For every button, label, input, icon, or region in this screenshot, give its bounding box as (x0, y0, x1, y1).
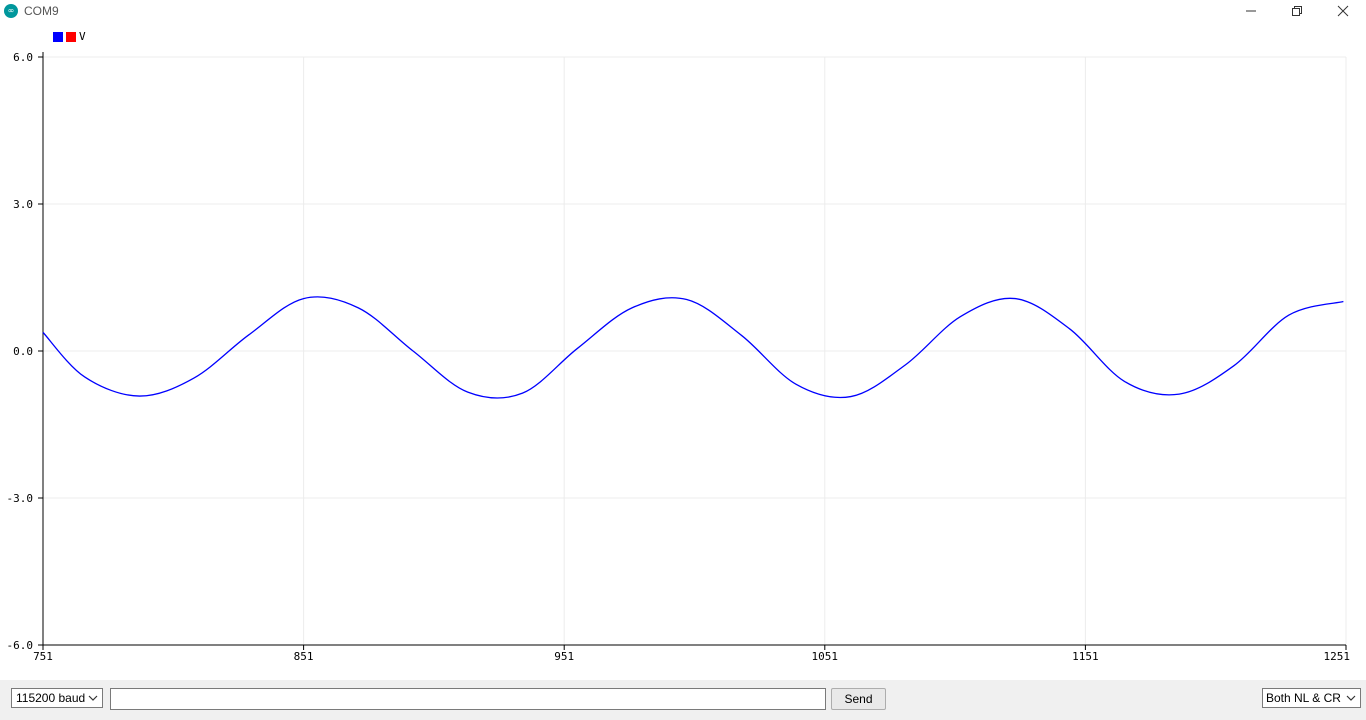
arduino-icon: ∞ (4, 4, 18, 18)
legend: V (53, 30, 86, 43)
axes: 751 851 951 1051 1151 1251 6.0 3.0 0.0 -3.0 -6.0 (7, 51, 1351, 663)
baud-rate-select[interactable]: 115200 baud (11, 688, 103, 708)
chevron-down-icon (1346, 695, 1356, 701)
close-icon (1337, 5, 1349, 17)
series-line-V (42, 296, 1344, 399)
x-tick-label: 1251 (1324, 650, 1351, 663)
close-button[interactable] (1320, 0, 1366, 22)
title-bar: ∞ COM9 (0, 0, 1366, 22)
maximize-button[interactable] (1274, 0, 1320, 22)
x-tick-label: 1151 (1072, 650, 1099, 663)
window-title: COM9 (24, 4, 59, 18)
legend-swatch-red (66, 32, 76, 42)
bottom-toolbar: 115200 baud Send Both NL & CR (0, 680, 1366, 720)
y-tick-label: -6.0 (7, 639, 34, 652)
legend-swatch-blue (53, 32, 63, 42)
y-tick-label: -3.0 (7, 492, 34, 505)
y-tick-label: 6.0 (13, 51, 33, 64)
baud-rate-value: 115200 baud (16, 691, 86, 705)
series-layer (42, 296, 1344, 399)
send-button[interactable]: Send (831, 688, 886, 710)
serial-plot-chart: 751 851 951 1051 1151 1251 6.0 3.0 0.0 -3.0 -6.0 V (7, 30, 1351, 663)
x-tick-label: 851 (294, 650, 314, 663)
restore-icon (1292, 6, 1302, 16)
send-input[interactable] (110, 688, 826, 710)
minimize-button[interactable] (1228, 0, 1274, 22)
x-tick-label: 1051 (812, 650, 839, 663)
minimize-icon (1246, 10, 1256, 12)
legend-label: V (79, 30, 86, 43)
y-tick-label: 0.0 (13, 345, 33, 358)
grid (43, 56, 1347, 646)
line-ending-select[interactable]: Both NL & CR (1262, 688, 1361, 708)
line-ending-value: Both NL & CR (1266, 691, 1341, 705)
y-tick-label: 3.0 (13, 198, 33, 211)
chevron-down-icon (88, 695, 98, 701)
x-tick-label: 951 (554, 650, 574, 663)
x-tick-label: 751 (33, 650, 53, 663)
